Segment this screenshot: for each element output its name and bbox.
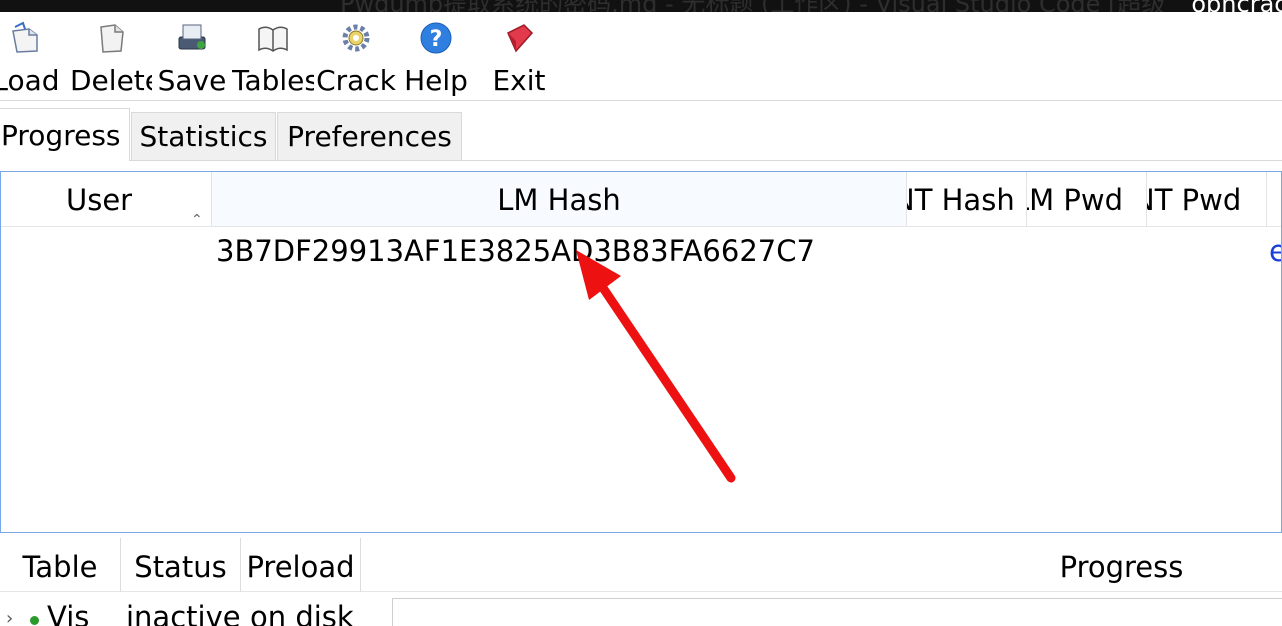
tab-progress[interactable]: Progress: [0, 108, 130, 161]
toolbar: Load Delete Save Tables Crack: [0, 12, 1282, 101]
delete-label: Delete: [70, 64, 152, 97]
column-header-preload[interactable]: Preload: [241, 538, 361, 592]
crack-button[interactable]: Crack: [314, 12, 398, 100]
tables-button[interactable]: Tables: [232, 12, 314, 100]
save-icon: [178, 24, 206, 50]
exit-button[interactable]: Exit: [484, 12, 554, 100]
column-header-progress[interactable]: Progress: [361, 538, 1282, 592]
table-status-dot-icon: [30, 616, 39, 625]
annotation-arrow: [576, 250, 736, 483]
window-title-bar: Pwdump提取系统的密码.md - 无标题 (工作区) - Visual St…: [0, 0, 1282, 12]
delete-button[interactable]: Delete: [70, 12, 152, 100]
delete-icon: [100, 24, 124, 53]
exit-icon: [507, 24, 534, 53]
table-progress-bar: [392, 598, 1282, 626]
exit-label: Exit: [492, 64, 546, 97]
tables-panel: Table Status Preload Progress › Vis inac…: [0, 538, 1282, 626]
tree-expand-icon[interactable]: ›: [6, 608, 13, 626]
hash-table-header: User ⌃ LM Hash NT Hash LM Pwd NT Pwd: [1, 172, 1281, 227]
tables-book-icon: [258, 26, 288, 52]
table-name: Vis: [47, 600, 90, 626]
table-status: inactive: [126, 600, 241, 626]
hash-table[interactable]: User ⌃ LM Hash NT Hash LM Pwd NT Pwd 3B7…: [0, 171, 1282, 533]
gear-icon: [342, 24, 370, 52]
column-header-user[interactable]: User ⌃: [1, 172, 212, 226]
tables-label: Tables: [232, 64, 314, 97]
help-label: Help: [404, 64, 468, 97]
load-button[interactable]: Load: [0, 12, 66, 100]
help-button[interactable]: ? Help: [400, 12, 472, 100]
column-header-table[interactable]: Table: [0, 538, 121, 592]
table-preload: on disk: [250, 600, 354, 626]
tab-preferences[interactable]: Preferences: [277, 112, 462, 160]
tab-bar: Progress Statistics Preferences: [0, 108, 1282, 161]
load-icon: [12, 21, 38, 53]
help-icon: ?: [420, 22, 452, 54]
sort-ascending-icon: ⌃: [191, 212, 203, 226]
crack-label: Crack: [316, 64, 396, 97]
window-title: Pwdump提取系统的密码.md - 无标题 (工作区) - Visual St…: [340, 0, 1282, 12]
column-header-lm-pwd[interactable]: LM Pwd: [1027, 172, 1147, 226]
row-right-fragment: e: [1269, 234, 1281, 268]
svg-text:?: ?: [430, 27, 443, 52]
save-label: Save: [157, 64, 227, 97]
tab-statistics[interactable]: Statistics: [131, 112, 276, 160]
save-button[interactable]: Save: [156, 12, 228, 100]
column-header-lm-hash[interactable]: LM Hash: [212, 172, 907, 226]
column-header-status[interactable]: Status: [121, 538, 241, 592]
column-header-nt-hash[interactable]: NT Hash: [907, 172, 1027, 226]
load-label: Load: [0, 64, 60, 97]
column-header-nt-pwd[interactable]: NT Pwd: [1147, 172, 1267, 226]
